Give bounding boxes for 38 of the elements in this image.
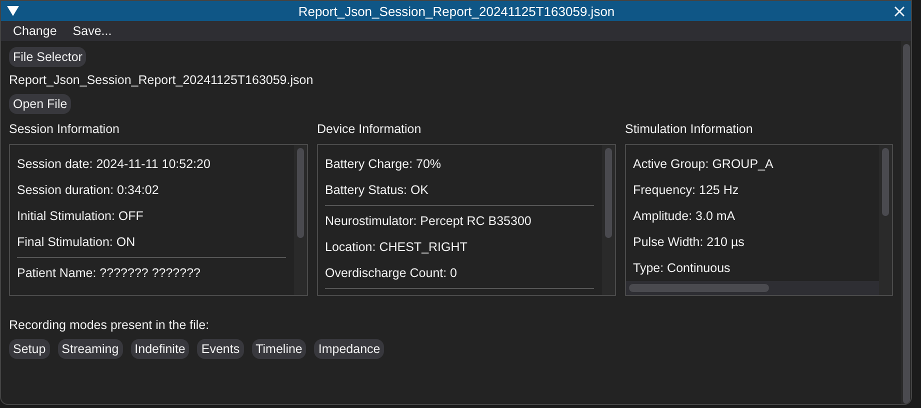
mode-button[interactable]: Timeline: [252, 339, 306, 359]
info-line: Final Stimulation: ON: [17, 234, 136, 251]
info-line: Frequency: 125 Hz: [633, 182, 740, 199]
info-line: Active Group: GROUP_A: [633, 156, 774, 173]
info-line: Type: Continuous: [633, 260, 732, 277]
recording-modes-label: Recording modes present in the file:: [9, 317, 210, 334]
vertical-scrollbar[interactable]: [602, 145, 615, 295]
panel-title: Session Information: [9, 121, 120, 138]
menu-item[interactable]: Change: [7, 24, 63, 38]
vertical-scrollbar[interactable]: [294, 145, 307, 295]
window-title: Report_Json_Session_Report_20241125T163059.json: [297, 4, 616, 19]
mode-button[interactable]: Streaming: [58, 339, 123, 359]
info-line: Patient Name: ??????? ???????: [17, 265, 202, 282]
info-line: Session date: 2024-11-11 10:52:20: [17, 156, 212, 173]
file-selector-button[interactable]: File Selector: [9, 47, 86, 67]
window-scrollbar[interactable]: [901, 41, 911, 404]
mode-button[interactable]: Indefinite: [130, 339, 190, 359]
info-line: Amplitude: 3.0 mA: [633, 208, 736, 225]
info-line: Pulse Width: 210 µs: [633, 234, 746, 251]
menu-item[interactable]: Save...: [66, 24, 118, 38]
file-name: Report_Json_Session_Report_20241125T163059.json: [9, 72, 314, 89]
mode-button[interactable]: Events: [197, 339, 244, 359]
info-line: Battery Status: OK: [325, 182, 430, 199]
info-line: Battery Charge: 70%: [325, 156, 442, 173]
open-file-button[interactable]: Open File: [9, 94, 72, 114]
mode-button[interactable]: Setup: [9, 339, 50, 359]
info-line: Session duration: 0:34:02: [17, 182, 160, 199]
info-line: Neurostimulator: Percept RC B35300: [325, 213, 532, 230]
panel-title: Device Information: [317, 121, 422, 138]
panel-title: Stimulation Information: [625, 121, 754, 138]
mode-button[interactable]: Impedance: [314, 339, 384, 359]
info-line: Location: CHEST_RIGHT: [325, 239, 468, 256]
vertical-scrollbar[interactable]: [879, 145, 892, 295]
info-line: Initial Stimulation: OFF: [17, 208, 144, 225]
info-line: Overdischarge Count: 0: [325, 265, 458, 282]
collapse-icon[interactable]: [7, 6, 19, 16]
close-icon[interactable]: [894, 6, 905, 17]
horizontal-scrollbar[interactable]: [626, 281, 879, 295]
